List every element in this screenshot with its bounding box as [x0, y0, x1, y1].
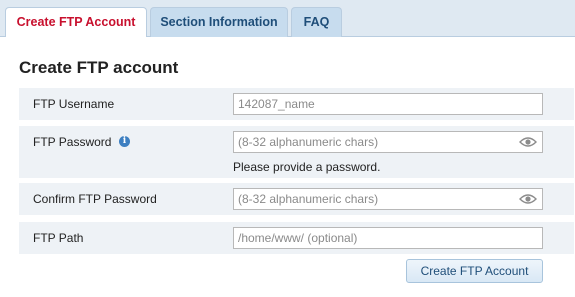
username-input[interactable] [233, 93, 543, 115]
eye-icon[interactable] [519, 193, 537, 205]
password-label: FTP Password [33, 135, 112, 149]
create-ftp-account-button[interactable]: Create FTP Account [406, 259, 543, 283]
confirm-password-input[interactable] [233, 188, 543, 210]
info-icon[interactable]: i [119, 136, 130, 147]
form-row-path: FTP Path [19, 222, 574, 254]
page-title: Create FTP account [19, 58, 179, 77]
username-label: FTP Username [33, 97, 115, 111]
path-label: FTP Path [33, 231, 84, 245]
form-row-username: FTP Username [19, 88, 574, 120]
confirm-password-label: Confirm FTP Password [33, 192, 157, 206]
tab-faq[interactable]: FAQ [291, 7, 342, 37]
tab-section-information[interactable]: Section Information [150, 7, 288, 37]
password-input[interactable] [233, 131, 543, 153]
form-row-confirm-password: Confirm FTP Password [19, 183, 574, 215]
password-hint: Please provide a password. [233, 160, 381, 174]
create-ftp-panel: Create FTP account FTP Username FTP Pass… [0, 37, 575, 297]
form-row-password: FTP Password i Please provide a password… [19, 126, 574, 178]
path-input[interactable] [233, 227, 543, 249]
tab-create-ftp-account[interactable]: Create FTP Account [5, 7, 147, 38]
tab-bar: Create FTP Account Section Information F… [0, 0, 575, 38]
eye-icon[interactable] [519, 136, 537, 148]
